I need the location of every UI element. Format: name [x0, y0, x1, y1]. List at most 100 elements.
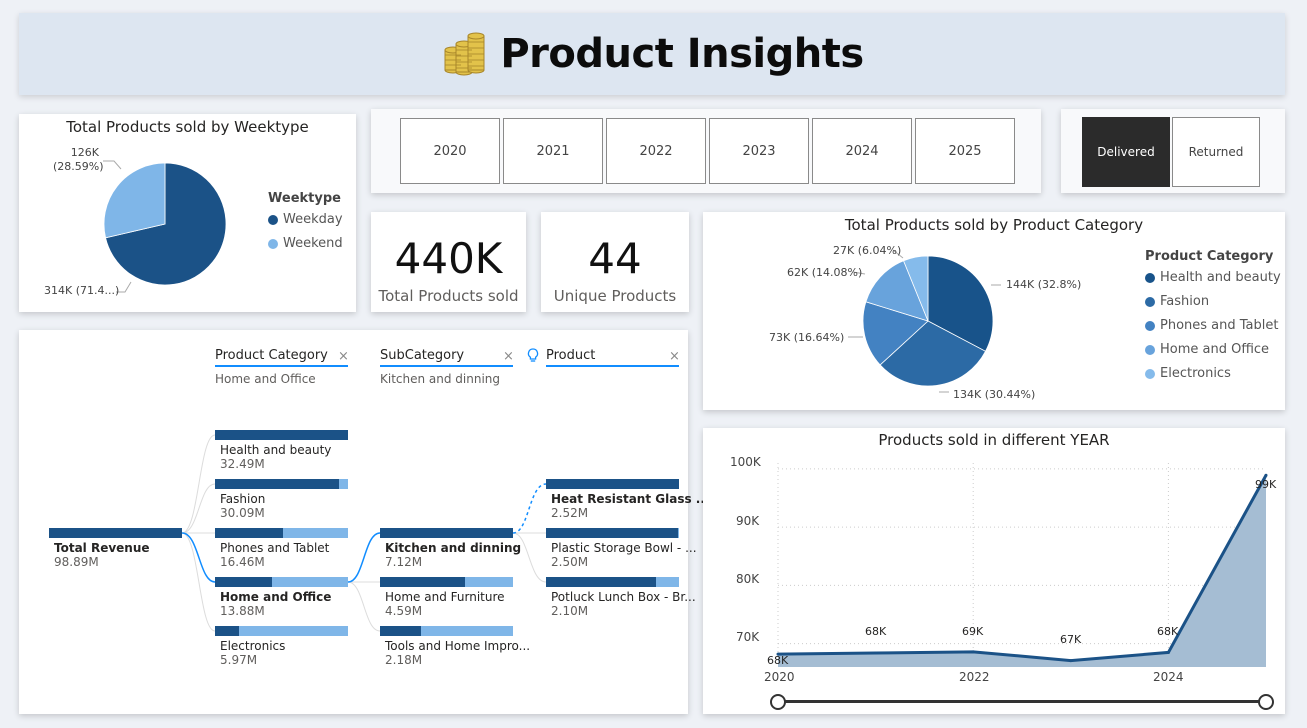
category-slice-label-4: 27K (6.04%) — [833, 244, 902, 257]
category-slice-label-1: 134K (30.44%) — [953, 388, 1036, 401]
data-point-2025[interactable] — [1264, 473, 1268, 477]
legend-item-weekday[interactable]: Weekday — [268, 212, 343, 227]
legend-dot — [268, 214, 278, 225]
tree-node-bar[interactable] — [215, 528, 348, 538]
year-button-2022[interactable]: 2022 — [606, 118, 706, 184]
zoom-slider-handle-start[interactable] — [770, 694, 786, 710]
tree-node-fill — [215, 479, 339, 489]
leader-line — [103, 160, 122, 170]
tree-node-bar[interactable] — [215, 626, 348, 636]
category-slice-label-0: 144K (32.8%) — [1006, 278, 1082, 291]
year-button-2024[interactable]: 2024 — [812, 118, 912, 184]
legend-item-home[interactable]: Home and Office — [1145, 342, 1281, 357]
y-tick-label: 100K — [730, 455, 761, 469]
tree-node-value: 16.46M — [220, 555, 265, 569]
y-tick-label: 80K — [736, 572, 760, 586]
category-slice-label-3: 62K (14.08%) — [787, 266, 863, 279]
page-header: Product Insights — [19, 13, 1285, 95]
tree-node-fill — [546, 479, 679, 489]
kpi-unique-products-card: 44 Unique Products — [541, 212, 689, 312]
tree-node-fill — [215, 430, 348, 440]
kpi-value: 440K — [394, 234, 503, 283]
tree-node-bar[interactable] — [215, 479, 348, 489]
year-button-2025[interactable]: 2025 — [915, 118, 1015, 184]
tree-node-value: 2.18M — [385, 653, 423, 667]
tree-node-bar[interactable] — [380, 577, 513, 587]
kpi-label: Unique Products — [553, 287, 677, 305]
tree-node-value: 2.10M — [551, 604, 589, 618]
year-chart-card[interactable]: Products sold in different YEAR 100K 90K… — [703, 428, 1285, 714]
tree-node-value: 2.50M — [551, 555, 589, 569]
legend-item-phones[interactable]: Phones and Tablet — [1145, 318, 1281, 333]
legend-item-health[interactable]: Health and beauty — [1145, 270, 1281, 285]
legend-dot — [1145, 344, 1155, 355]
tree-node-label: Plastic Storage Bowl - ... — [551, 541, 697, 555]
weektype-legend-title: Weektype — [268, 191, 341, 206]
legend-item-fashion[interactable]: Fashion — [1145, 294, 1281, 309]
tree-root-bar[interactable] — [49, 528, 182, 538]
legend-label: Health and beauty — [1160, 270, 1281, 285]
data-point-2022[interactable] — [971, 650, 975, 654]
tree-node-value: 32.49M — [220, 457, 265, 471]
legend-dot — [268, 238, 278, 249]
kpi-total-products-card: 440K Total Products sold — [371, 212, 526, 312]
tree-node-label: Health and beauty — [220, 443, 332, 457]
legend-label: Weekend — [283, 236, 343, 251]
tree-node-bar[interactable] — [215, 430, 348, 440]
returned-button[interactable]: Returned — [1172, 117, 1260, 187]
tree-node-label: Fashion — [220, 492, 266, 506]
tree-node-fill — [380, 577, 466, 587]
tree-node-bar[interactable] — [546, 479, 679, 489]
tree-node-label: Kitchen and dinning — [385, 541, 522, 555]
tree-node-bar[interactable] — [546, 577, 679, 587]
x-tick-label: 2022 — [959, 670, 990, 684]
zoom-slider-track[interactable] — [778, 700, 1267, 703]
category-slice-label-2: 73K (16.64%) — [769, 331, 845, 344]
year-button-2021[interactable]: 2021 — [503, 118, 603, 184]
legend-label: Home and Office — [1160, 342, 1270, 357]
year-button-2020[interactable]: 2020 — [400, 118, 500, 184]
legend-label: Weekday — [283, 212, 343, 227]
data-label: 69K — [962, 625, 984, 638]
tree-node-bar[interactable] — [546, 528, 679, 538]
area-fill — [778, 475, 1266, 667]
data-label: 68K — [767, 654, 789, 667]
year-button-2023[interactable]: 2023 — [709, 118, 809, 184]
tree-node-bar[interactable] — [215, 577, 348, 587]
category-chart-card[interactable]: Total Products sold by Product Category … — [703, 212, 1285, 410]
tree-root-value: 98.89M — [54, 555, 99, 569]
legend-dot — [1145, 320, 1155, 331]
weektype-legend: Weektype Weekday Weekend — [268, 191, 343, 251]
tree-node-bar[interactable] — [380, 528, 513, 538]
tree-node-label: Home and Office — [220, 590, 332, 604]
tree-node-fill — [546, 577, 657, 587]
tree-node-fill — [215, 626, 239, 636]
tree-node-label: Tools and Home Impro... — [385, 639, 531, 653]
zoom-slider-handle-end[interactable] — [1258, 694, 1274, 710]
tree-node-label: Heat Resistant Glass ... — [551, 492, 710, 506]
kpi-value: 44 — [588, 234, 642, 283]
data-point-2021[interactable] — [874, 651, 878, 655]
tree-node-fill — [546, 528, 678, 538]
coins-icon — [444, 32, 485, 76]
tree-node-label: Electronics — [220, 639, 286, 653]
tree-node-fill — [215, 577, 273, 587]
tree-node-value: 30.09M — [220, 506, 265, 520]
tree-node-value: 4.59M — [385, 604, 423, 618]
data-point-2023[interactable] — [1069, 659, 1073, 663]
weektype-chart-card[interactable]: Total Products sold by Weektype 126K (28… — [19, 114, 356, 312]
tree-node-fill — [380, 626, 422, 636]
data-label: 68K — [1157, 625, 1179, 638]
data-point-2024[interactable] — [1166, 650, 1170, 654]
legend-item-weekend[interactable]: Weekend — [268, 236, 343, 251]
delivered-button[interactable]: Delivered — [1082, 117, 1170, 187]
tree-node-bar[interactable] — [380, 626, 513, 636]
weekend-slice-label: 126K (28.59%) — [53, 146, 104, 173]
y-tick-label: 70K — [736, 630, 760, 644]
page-title: Product Insights — [500, 31, 864, 77]
tree-node-value: 5.97M — [220, 653, 258, 667]
tree-node-fill — [215, 528, 283, 538]
kpi-label: Total Products sold — [378, 287, 519, 305]
legend-item-electronics[interactable]: Electronics — [1145, 366, 1281, 381]
data-label: 99K — [1255, 478, 1277, 491]
